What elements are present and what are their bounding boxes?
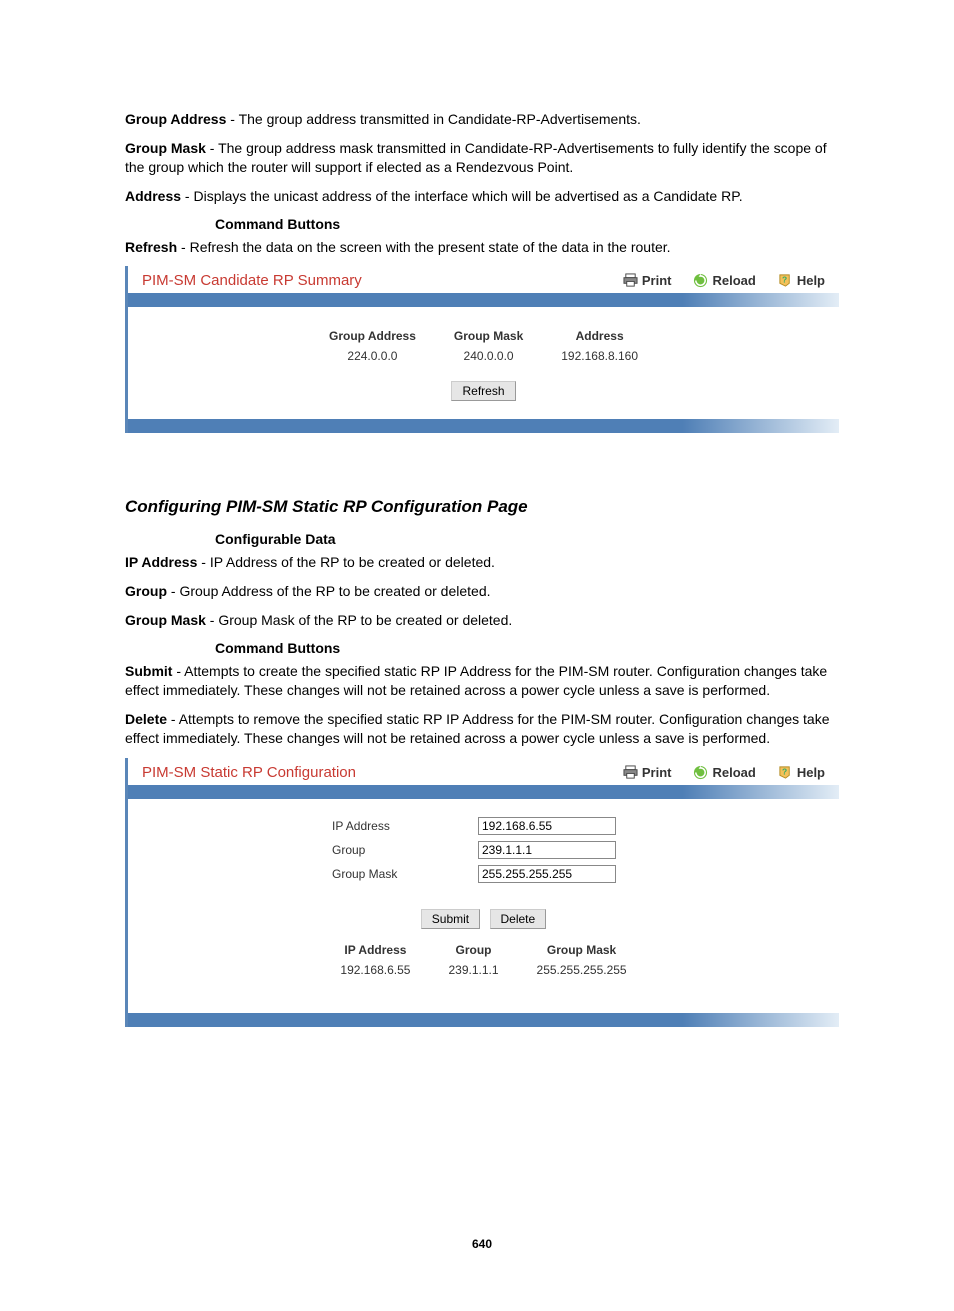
delete-button[interactable]: Delete bbox=[490, 909, 547, 929]
def-address: Address - Displays the unicast address o… bbox=[125, 187, 839, 206]
reload-link[interactable]: Reload bbox=[693, 765, 755, 780]
decorative-bar bbox=[128, 785, 839, 799]
reload-link[interactable]: Reload bbox=[693, 273, 755, 288]
ip-address-label: IP Address bbox=[332, 817, 452, 835]
def-ip-address: IP Address - IP Address of the RP to be … bbox=[125, 553, 839, 572]
submit-button[interactable]: Submit bbox=[421, 909, 480, 929]
subheading-command-buttons-1: Command Buttons bbox=[215, 216, 839, 232]
def-refresh: Refresh - Refresh the data on the screen… bbox=[125, 238, 839, 257]
subheading-command-buttons-2: Command Buttons bbox=[215, 640, 839, 656]
help-icon: ? bbox=[778, 765, 793, 780]
printer-icon bbox=[623, 273, 638, 288]
panel-title: PIM-SM Candidate RP Summary bbox=[142, 272, 623, 289]
reload-icon bbox=[693, 273, 708, 288]
decorative-bar bbox=[128, 293, 839, 307]
table-header-row: IP Address Group Group Mask bbox=[322, 941, 644, 959]
table-header-row: Group Address Group Mask Address bbox=[311, 327, 656, 345]
panel-candidate-rp-summary: PIM-SM Candidate RP Summary Print Reload… bbox=[125, 266, 839, 433]
subheading-configurable-data: Configurable Data bbox=[215, 531, 839, 547]
group-mask-label: Group Mask bbox=[332, 865, 452, 883]
page-number: 640 bbox=[125, 1237, 839, 1251]
def-group: Group - Group Address of the RP to be cr… bbox=[125, 582, 839, 601]
help-link[interactable]: ? Help bbox=[778, 273, 825, 288]
decorative-bar bbox=[128, 419, 839, 433]
svg-text:?: ? bbox=[782, 766, 787, 776]
help-link[interactable]: ? Help bbox=[778, 765, 825, 780]
static-rp-table: IP Address Group Group Mask 192.168.6.55… bbox=[320, 939, 646, 981]
group-mask-input[interactable] bbox=[478, 865, 616, 883]
section-title-static-rp: Configuring PIM-SM Static RP Configurati… bbox=[125, 497, 839, 517]
print-link[interactable]: Print bbox=[623, 765, 672, 780]
def-submit: Submit - Attempts to create the specifie… bbox=[125, 662, 839, 700]
def-group-mask-2: Group Mask - Group Mask of the RP to be … bbox=[125, 611, 839, 630]
print-link[interactable]: Print bbox=[623, 273, 672, 288]
group-input[interactable] bbox=[478, 841, 616, 859]
panel-title: PIM-SM Static RP Configuration bbox=[142, 764, 623, 781]
group-label: Group bbox=[332, 841, 452, 859]
decorative-bar bbox=[128, 1013, 839, 1027]
panel-static-rp-config: PIM-SM Static RP Configuration Print Rel… bbox=[125, 758, 839, 1027]
printer-icon bbox=[623, 765, 638, 780]
svg-text:?: ? bbox=[782, 275, 787, 285]
summary-table: Group Address Group Mask Address 224.0.0… bbox=[309, 325, 658, 367]
table-row: 192.168.6.55 239.1.1.1 255.255.255.255 bbox=[322, 961, 644, 979]
def-group-mask: Group Mask - The group address mask tran… bbox=[125, 139, 839, 177]
ip-address-input[interactable] bbox=[478, 817, 616, 835]
help-icon: ? bbox=[778, 273, 793, 288]
def-group-address: Group Address - The group address transm… bbox=[125, 110, 839, 129]
table-row: 224.0.0.0 240.0.0.0 192.168.8.160 bbox=[311, 347, 656, 365]
def-delete: Delete - Attempts to remove the specifie… bbox=[125, 710, 839, 748]
reload-icon bbox=[693, 765, 708, 780]
refresh-button[interactable]: Refresh bbox=[451, 381, 515, 401]
